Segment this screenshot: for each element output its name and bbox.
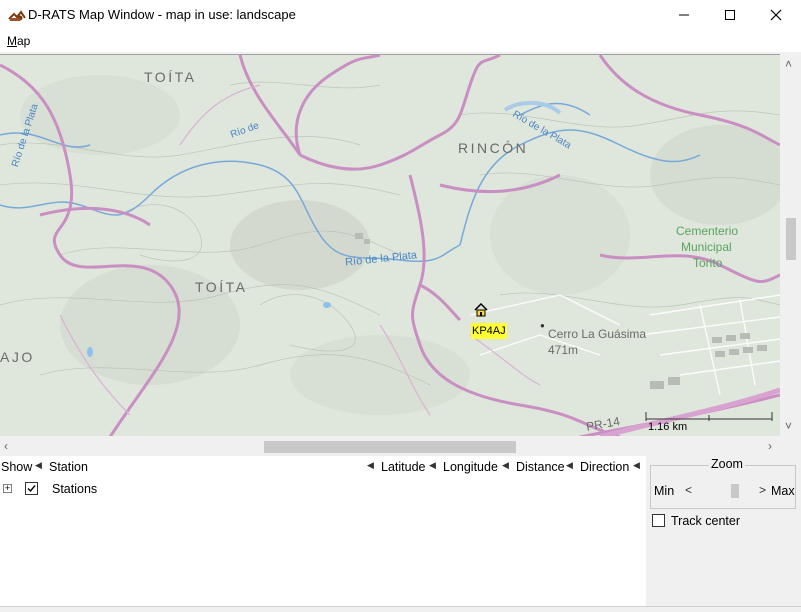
zoom-frame: Zoom Min < > Max bbox=[650, 457, 796, 509]
minimize-icon bbox=[679, 14, 689, 16]
title-bar: D-RATS Map Window - map in use: landscap… bbox=[0, 0, 801, 30]
expand-icon[interactable]: + bbox=[3, 484, 12, 493]
map-horizontal-scrollbar[interactable]: ‹ › bbox=[0, 436, 780, 456]
column-station[interactable]: Station bbox=[49, 458, 88, 476]
minimize-button[interactable] bbox=[661, 0, 707, 30]
label-ajo: AJO bbox=[0, 349, 35, 365]
maximize-icon bbox=[725, 10, 735, 20]
list-item[interactable]: + Stations bbox=[0, 480, 646, 498]
menu-map[interactable]: Map bbox=[7, 34, 30, 48]
stations-row-label: Stations bbox=[52, 482, 98, 496]
station-list[interactable]: Show ◀ Station ◀ Latitude ◀ Longitude ◀ … bbox=[0, 456, 646, 612]
map-vertical-scrollbar[interactable]: ˄ ˅ bbox=[780, 54, 801, 436]
zoom-panel: Zoom Min < > Max Track center bbox=[646, 456, 801, 612]
scroll-down-icon[interactable]: ˅ bbox=[785, 420, 792, 432]
track-center-checkbox[interactable] bbox=[652, 514, 665, 527]
label-toita-mid: TOÍTA bbox=[195, 279, 248, 295]
column-longitude[interactable]: Longitude bbox=[443, 458, 498, 476]
label-cementerio-2: Municipal bbox=[681, 240, 732, 254]
close-icon bbox=[770, 9, 782, 21]
scroll-left-icon[interactable]: ‹ bbox=[4, 440, 8, 452]
sort-arrow-icon[interactable]: ◀ bbox=[566, 460, 573, 471]
sort-arrow-icon[interactable]: ◀ bbox=[502, 460, 509, 471]
scale-label: 1.16 km bbox=[648, 421, 688, 433]
station-house-icon[interactable] bbox=[474, 303, 488, 317]
checkmark-icon bbox=[27, 485, 36, 493]
station-marker-label[interactable]: KP4AJ bbox=[471, 323, 507, 339]
track-center-label: Track center bbox=[671, 514, 741, 528]
summit-icon: ● bbox=[540, 321, 545, 330]
label-cementerio-1: Cementerio bbox=[676, 224, 739, 238]
column-direction[interactable]: Direction bbox=[580, 458, 629, 476]
sort-arrow-icon[interactable]: ◀ bbox=[633, 460, 640, 471]
label-cerro-name: Cerro La Guásima bbox=[548, 327, 647, 341]
sort-arrow-icon[interactable]: ◀ bbox=[429, 460, 436, 471]
column-show[interactable]: Show bbox=[1, 458, 32, 476]
scroll-right-icon[interactable]: › bbox=[768, 440, 772, 452]
label-rincon: RINCÓN bbox=[458, 140, 529, 156]
stations-show-checkbox[interactable] bbox=[25, 482, 38, 495]
zoom-slider-thumb[interactable] bbox=[731, 484, 739, 498]
vertical-scroll-thumb[interactable] bbox=[786, 218, 796, 260]
close-button[interactable] bbox=[753, 0, 799, 30]
zoom-slider[interactable] bbox=[695, 484, 755, 498]
zoom-min-label: Min bbox=[654, 484, 675, 498]
zoom-max-label: Max bbox=[771, 484, 795, 498]
sort-arrow-icon[interactable]: ◀ bbox=[367, 460, 374, 471]
label-cerro-elev: 471m bbox=[548, 343, 579, 357]
sort-arrow-icon[interactable]: ◀ bbox=[35, 460, 42, 471]
maximize-button[interactable] bbox=[707, 0, 753, 30]
window-title: D-RATS Map Window - map in use: landscap… bbox=[28, 7, 296, 22]
column-latitude[interactable]: Latitude bbox=[381, 458, 425, 476]
bottom-edge bbox=[0, 606, 801, 612]
map-canvas[interactable]: TOÍTA TOÍTA RINCÓN AJO Río de la Plata R… bbox=[0, 54, 780, 436]
scroll-up-icon[interactable]: ˄ bbox=[785, 58, 792, 70]
label-toita-top: TOÍTA bbox=[144, 69, 197, 85]
zoom-title: Zoom bbox=[709, 457, 745, 471]
zoom-left-arrow[interactable]: < bbox=[685, 483, 692, 497]
column-distance[interactable]: Distance bbox=[516, 458, 565, 476]
menu-bar: Map bbox=[0, 30, 801, 52]
horizontal-scroll-thumb[interactable] bbox=[264, 441, 516, 453]
map-render bbox=[0, 55, 780, 436]
map-window: D-RATS Map Window - map in use: landscap… bbox=[0, 0, 801, 612]
zoom-right-arrow[interactable]: > bbox=[759, 483, 766, 497]
app-icon bbox=[8, 10, 26, 21]
label-cementerio-3: Torito bbox=[693, 256, 723, 270]
